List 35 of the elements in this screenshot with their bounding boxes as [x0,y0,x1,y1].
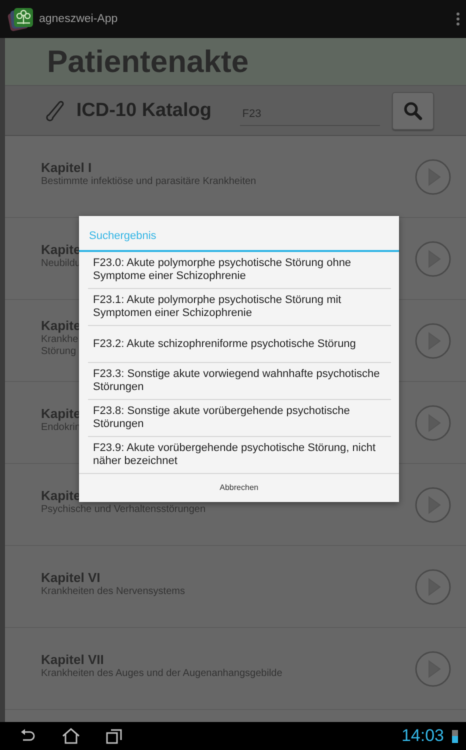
result-item[interactable]: F23.1: Akute polymorphe psychotische Störung mit Symptomen einer Schizophrenie [88,289,391,326]
result-item[interactable]: F23.9: Akute vorübergehende psychotische Störung, nicht näher bezeichnet [88,437,391,473]
dialog-title: Suchergebnis [79,216,399,252]
chapter-title: Kapitel I [41,160,92,174]
chapter-title: Kapite [41,318,81,332]
play-button-icon[interactable] [414,404,452,442]
result-item[interactable]: F23.8: Sonstige akute vorübergehende psychotische Störungen [88,400,391,437]
play-button-icon[interactable] [414,322,452,360]
play-button-icon[interactable] [414,240,452,278]
result-item[interactable]: F23.0: Akute polymorphe psychotische Störung ohne Symptome einer Schizophrenie [88,252,391,289]
search-icon [403,100,424,120]
play-button-icon[interactable] [414,158,452,196]
recent-apps-icon[interactable] [106,728,122,744]
chapter-title: Kapite [41,242,81,256]
app-title: agneszwei-App [39,13,119,25]
chapter-title: Kapite [41,488,81,502]
page-title: Patientenakte [47,44,249,80]
battery-icon [452,729,458,743]
play-button-icon[interactable] [414,568,452,606]
search-button[interactable] [392,92,434,130]
catalog-label: ICD-10 Katalog [76,100,212,122]
back-icon[interactable] [20,729,36,743]
chapter-title: Kapitel VI [41,570,100,584]
app-logo-icon[interactable] [7,6,35,32]
thermometer-icon [45,100,64,122]
chapter-title: Kapite [41,406,81,420]
overflow-menu-icon[interactable] [456,12,460,26]
result-item[interactable]: F23.3: Sonstige akute vorwiegend wahnhafte psychotische Störungen [88,363,391,400]
clock-time: 14:03 [401,726,444,746]
chapter-title: Kapitel VII [41,652,104,666]
cancel-button[interactable]: Abbrechen [79,473,399,502]
play-button-icon[interactable] [414,486,452,524]
play-button-icon[interactable] [414,650,452,688]
home-icon[interactable] [62,728,80,744]
result-item[interactable]: F23.2: Akute schizophreniforme psychotische Störung [88,326,391,363]
